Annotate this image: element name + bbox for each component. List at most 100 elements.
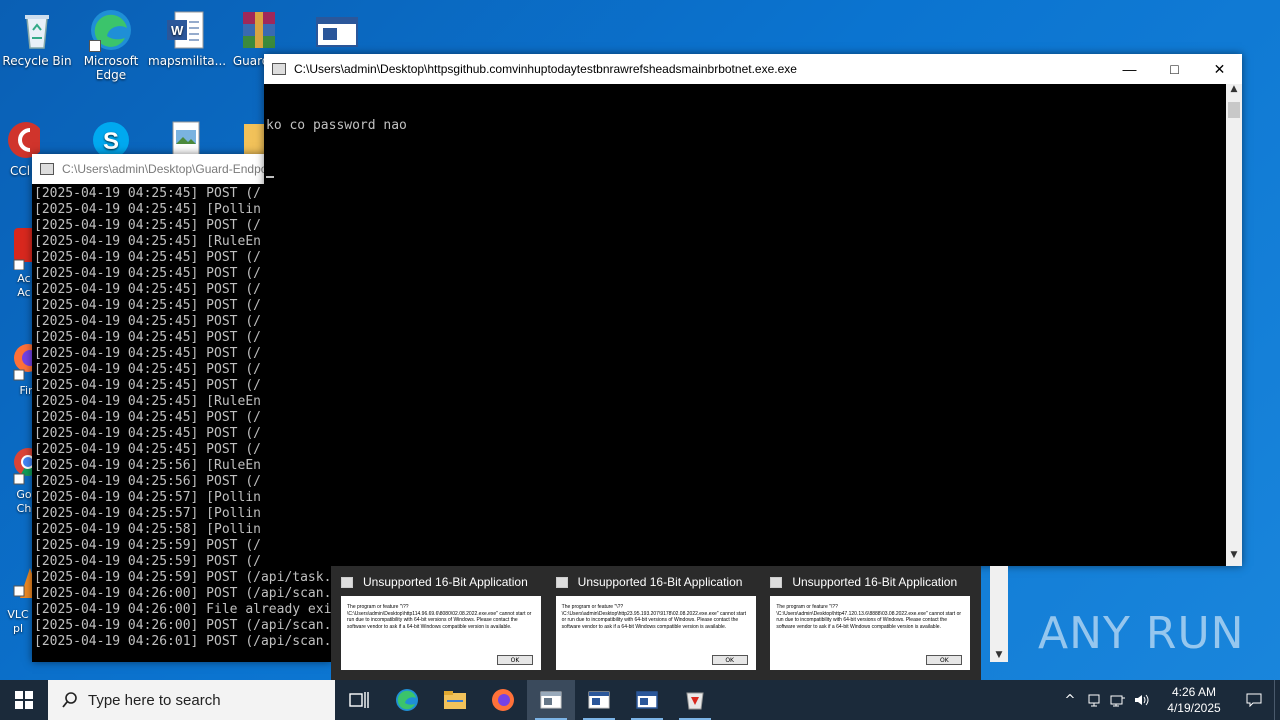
taskbar-search-box[interactable]: Type here to search (48, 680, 335, 720)
thumbnail-preview[interactable]: Unsupported 16-Bit Application The progr… (337, 572, 552, 676)
ok-button: OK (497, 655, 533, 665)
dialog-message: The program or feature "\??\C:\Users\adm… (776, 604, 962, 630)
recycle-bin-icon[interactable]: Recycle Bin (0, 4, 74, 68)
acrobat-desktop-icon[interactable]: Ac Ac (0, 222, 32, 300)
window-app-icon (540, 691, 562, 709)
show-desktop-button[interactable] (1274, 680, 1280, 720)
firefox-icon (0, 338, 32, 382)
maximize-button[interactable]: □ (1152, 54, 1197, 84)
volume-icon[interactable] (1130, 680, 1154, 720)
dialog-app-icon (770, 576, 783, 588)
guard-scrollbar-remnant[interactable]: ▼ (990, 566, 1008, 662)
desktop-icon-label: VLC pl (7, 608, 29, 635)
firefox-desktop-icon[interactable]: Fir (0, 334, 32, 398)
vlc-desktop-icon[interactable]: VLC pl (0, 558, 34, 636)
console-log-line: [2025-04-19 04:26:00] POST (/api/scan.ph… (34, 586, 332, 601)
botnet-console-output: ko co password nao (264, 84, 1242, 566)
word-document-icon: W (163, 8, 207, 52)
ok-button: OK (926, 655, 963, 665)
scroll-thumb[interactable] (1228, 102, 1240, 118)
window-app-icon (636, 691, 658, 709)
svg-text:W: W (171, 23, 184, 38)
chevron-up-icon[interactable]: ^ (1058, 680, 1082, 720)
thumbnail-preview[interactable]: Unsupported 16-Bit Application The progr… (552, 572, 767, 676)
search-placeholder: Type here to search (88, 691, 221, 709)
desktop-icon-label: Ac Ac (17, 272, 31, 299)
taskbar-thumbnail-previews: Unsupported 16-Bit Application The progr… (331, 566, 981, 680)
taskbar-app-button[interactable] (623, 680, 671, 720)
task-view-button[interactable] (335, 680, 383, 720)
scroll-up-arrow[interactable]: ▲ (1226, 84, 1242, 100)
acrobat-icon (0, 226, 32, 271)
desktop-icon-label: Microsoft Edge (83, 54, 139, 82)
desktop-icon-label: Recycle Bin (2, 54, 72, 68)
thumbnail-title: Unsupported 16-Bit Application (577, 575, 743, 589)
console-log-line: [2025-04-19 04:26:01] POST (/api/scan. (34, 634, 332, 649)
taskbar-clock[interactable]: 4:26 AM 4/19/2025 (1154, 684, 1234, 716)
thumbnail-dialog-body: The program or feature "\??\C:\Users\adm… (555, 596, 756, 670)
console-log-line: [2025-04-19 04:26:00] File already exi (34, 602, 332, 617)
ok-button: OK (711, 655, 748, 665)
recycle-bin-graphic (15, 8, 59, 52)
desktop-icon-label: mapsmilita... (148, 54, 227, 68)
clock-date: 4/19/2025 (1167, 701, 1221, 715)
task-view-icon (349, 692, 369, 708)
dialog-message: The program or feature "\??\C:\Users\adm… (347, 604, 532, 630)
taskbar-console-button[interactable] (575, 680, 623, 720)
console-log-line: [2025-04-19 04:26:00] POST (/api/scan. (34, 618, 332, 633)
firefox-icon (492, 689, 514, 711)
taskbar-firefox-button[interactable] (479, 680, 527, 720)
console-app-icon (40, 163, 54, 175)
start-button[interactable] (0, 680, 48, 720)
folder-icon (444, 691, 466, 709)
notifications-icon[interactable] (1234, 680, 1274, 720)
botnet-console-title: C:\Users\admin\Desktop\httpsgithub.comvi… (294, 62, 797, 76)
vlc-icon (0, 562, 34, 606)
console-log-line: [2025-04-19 04:25:59] POST (/api/task.ph… (34, 570, 332, 585)
thumbnail-title: Unsupported 16-Bit Application (363, 575, 528, 589)
taskbar-edge-button[interactable] (383, 680, 431, 720)
close-button[interactable]: ✕ (1197, 54, 1242, 84)
taskbar-dialog-group-button[interactable] (527, 680, 575, 720)
botnet-console-window[interactable]: C:\Users\admin\Desktop\httpsgithub.comvi… (264, 54, 1242, 566)
svg-text:S: S (103, 128, 119, 155)
taskbar-explorer-button[interactable] (431, 680, 479, 720)
thumbnail-dialog-body: The program or feature "\??\C:\Users\adm… (770, 596, 971, 670)
window-app-icon (315, 8, 359, 52)
anyrun-watermark: ANY RUN (1038, 608, 1245, 659)
thumbnail-dialog-body: The program or feature "\??\C:\Users\adm… (341, 596, 541, 670)
edge-icon (396, 689, 418, 711)
dialog-app-icon (555, 576, 568, 588)
desktop-icon-label: Go Ch (16, 488, 32, 515)
dialog-message: The program or feature "\??\C:\Users\adm… (561, 604, 747, 630)
edge-desktop-icon[interactable]: Microsoft Edge (74, 4, 148, 82)
desktop-icon-label: Fir (19, 384, 32, 397)
console-app-icon (272, 63, 286, 75)
console-cursor (266, 176, 274, 178)
minimize-button[interactable]: — (1107, 54, 1152, 84)
console-output-line: ko co password nao (266, 118, 407, 133)
network-adapter-icon[interactable] (1082, 680, 1106, 720)
chrome-icon (0, 442, 32, 486)
clock-time: 4:26 AM (1171, 685, 1217, 699)
console-scrollbar[interactable]: ▲ ▼ (1226, 84, 1242, 566)
scroll-down-arrow[interactable]: ▼ (990, 650, 1008, 660)
taskbar-security-app-button[interactable] (671, 680, 719, 720)
winrar-archive-icon (237, 8, 281, 52)
scroll-down-arrow[interactable]: ▼ (1226, 550, 1242, 566)
system-tray: ^ 4:26 AM 4/19/2025 (1058, 680, 1280, 720)
thumbnail-preview[interactable]: Unsupported 16-Bit Application The progr… (766, 572, 981, 676)
chrome-desktop-icon[interactable]: Go Ch (0, 438, 32, 516)
windows-logo-icon (15, 691, 33, 709)
console-icon (588, 691, 610, 709)
shield-app-icon (686, 692, 704, 710)
search-icon (62, 692, 77, 708)
network-icon[interactable] (1106, 680, 1130, 720)
dialog-app-icon (341, 576, 353, 588)
word-doc-desktop-icon[interactable]: W mapsmilita... (148, 4, 227, 68)
app-desktop-icon[interactable] (300, 4, 374, 54)
edge-icon (89, 8, 133, 52)
taskbar: Type here to search ^ 4:26 AM 4/19/2025 (0, 680, 1280, 720)
botnet-console-titlebar[interactable]: C:\Users\admin\Desktop\httpsgithub.comvi… (264, 54, 1242, 84)
thumbnail-title: Unsupported 16-Bit Application (792, 575, 958, 589)
